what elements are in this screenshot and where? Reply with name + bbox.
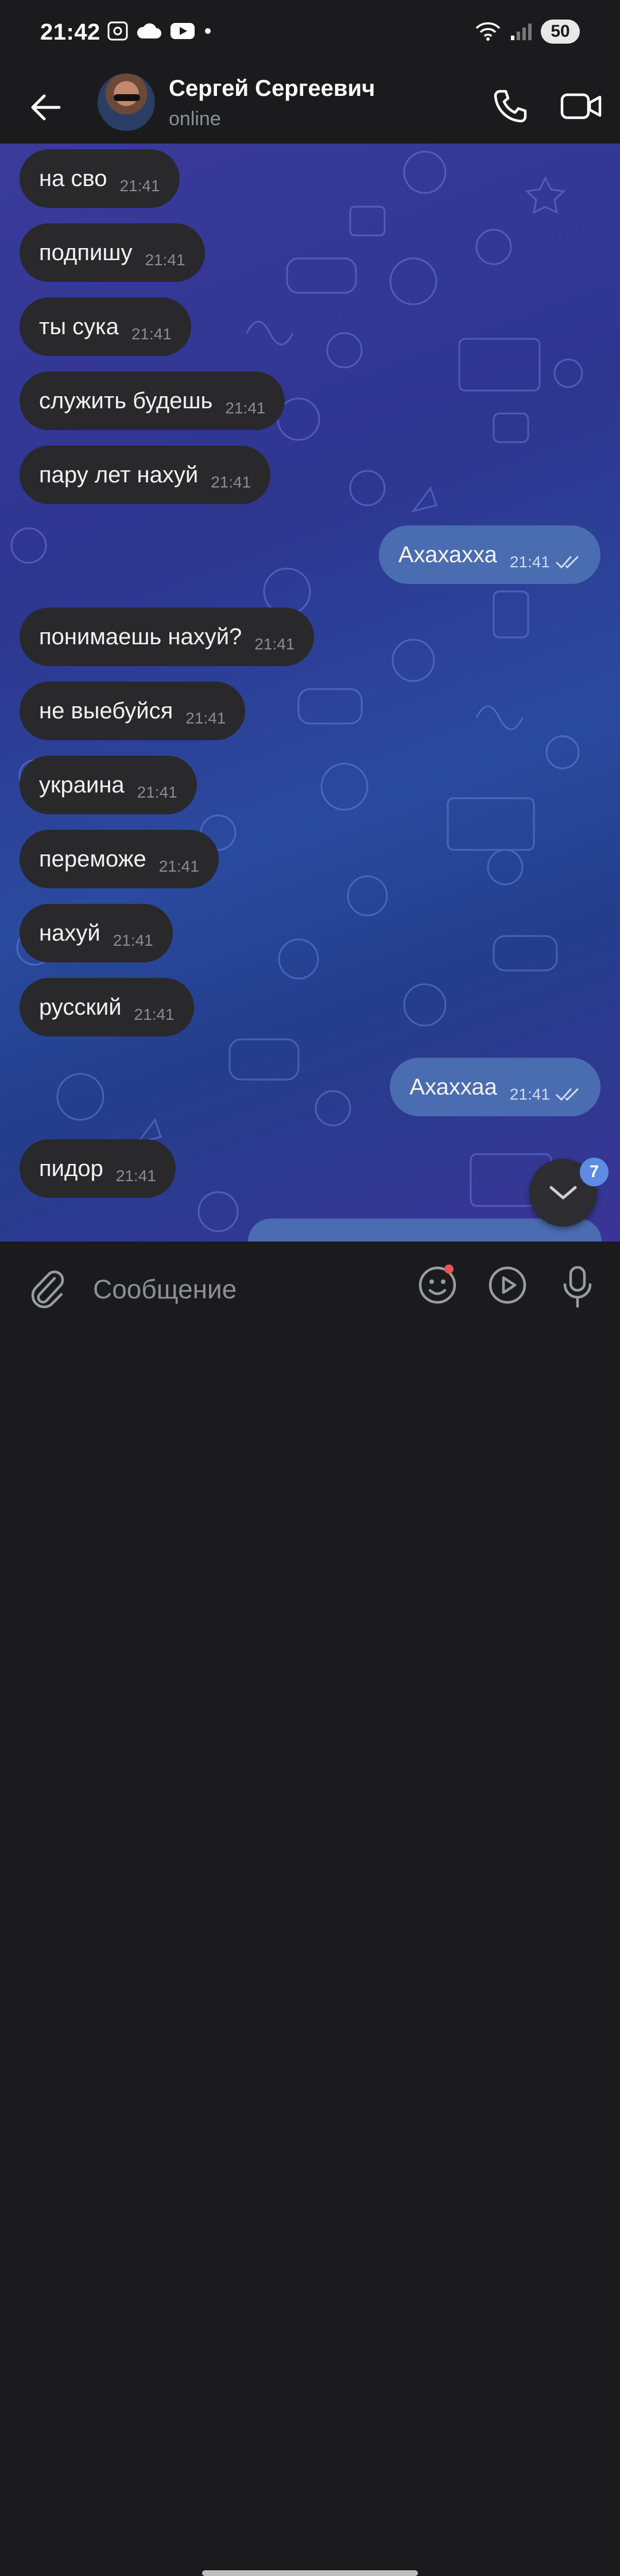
paperclip-icon <box>31 1270 64 1308</box>
chat-header: Сергей Сергеевич online <box>0 68 620 144</box>
video-camera-icon <box>560 93 602 119</box>
play-icon <box>489 1266 526 1304</box>
contact-status: online <box>169 108 221 130</box>
message-bubble-incoming[interactable]: не выебуйся 21:41 <box>20 682 246 740</box>
message-time: 21:41 <box>134 1005 175 1023</box>
message-bubble-incoming[interactable]: переможе 21:41 <box>20 830 219 888</box>
message-composer <box>0 1241 620 2576</box>
message-time: 21:41 <box>131 325 172 343</box>
message-bubble-incoming[interactable]: служить будешь 21:41 <box>20 372 285 430</box>
camera-icon <box>107 21 128 41</box>
status-left-icons <box>107 21 212 41</box>
battery-indicator: 50 <box>541 20 580 44</box>
message-text: Ахахахха <box>398 541 497 567</box>
message-bubble-incoming[interactable]: пидор 21:41 <box>20 1139 176 1198</box>
message-time: 21:41 <box>225 399 266 417</box>
message-bubble-incoming[interactable]: нахуй 21:41 <box>20 904 173 962</box>
message-time: 21:41 <box>185 709 226 727</box>
message-input[interactable] <box>92 1264 393 1314</box>
avatar[interactable] <box>98 74 155 131</box>
unread-badge: 7 <box>580 1158 609 1186</box>
message-time: 21:41 <box>211 473 251 491</box>
emoji-button[interactable] <box>414 1262 460 1308</box>
message-text: украина <box>39 772 125 798</box>
message-bubble-incoming[interactable]: на сво 21:41 <box>20 149 180 208</box>
dot-icon <box>205 28 211 34</box>
video-call-button[interactable] <box>556 82 607 131</box>
cloud-icon <box>137 23 161 38</box>
message-time: 21:41 <box>509 1085 550 1103</box>
message-bubble-incoming[interactable]: подпишу 21:41 <box>20 223 205 282</box>
message-bubble-incoming[interactable]: ты сука 21:41 <box>20 297 191 356</box>
message-text: на сво <box>39 165 107 191</box>
message-text: пару лет нахуй <box>39 462 199 488</box>
home-indicator[interactable] <box>202 2570 418 2576</box>
message-text: подпишу <box>39 239 133 265</box>
call-button[interactable] <box>486 82 535 131</box>
message-bubble-incoming[interactable]: понимаешь нахуй? 21:41 <box>20 608 315 666</box>
message-time: 21:41 <box>509 553 550 571</box>
voice-message-button[interactable] <box>555 1262 600 1312</box>
back-arrow-icon <box>31 94 61 121</box>
phone-icon <box>494 90 527 123</box>
chevron-down-icon <box>549 1186 577 1200</box>
double-check-icon <box>556 556 579 568</box>
message-bubble-incoming[interactable]: пару лет нахуй 21:41 <box>20 446 271 504</box>
message-text: понимаешь нахуй? <box>39 624 242 649</box>
message-text: пидор <box>39 1155 103 1181</box>
status-time: 21:42 <box>40 20 100 45</box>
message-time: 21:41 <box>119 177 160 195</box>
message-text: Ахаххаа <box>409 1074 497 1100</box>
message-bubble-outgoing[interactable]: Ахахахха 21:41 <box>378 525 600 584</box>
status-right-icons: 50 <box>474 20 580 44</box>
microphone-icon <box>563 1266 592 1308</box>
message-bubble-incoming[interactable]: украина 21:41 <box>20 756 197 814</box>
contact-name[interactable]: Сергей Сергеевич <box>169 76 375 102</box>
message-time: 21:41 <box>137 783 177 801</box>
youtube-icon <box>170 23 195 39</box>
message-text: служить будешь <box>39 388 213 413</box>
message-bubble-outgoing[interactable]: Ахаххаа 21:41 <box>390 1058 600 1116</box>
message-time: 21:41 <box>254 635 295 653</box>
attach-button[interactable] <box>23 1263 72 1313</box>
media-button[interactable] <box>485 1262 530 1308</box>
message-bubble-incoming[interactable]: русский 21:41 <box>20 978 194 1036</box>
message-time: 21:41 <box>158 857 199 875</box>
wifi-icon <box>475 22 501 41</box>
message-text: русский <box>39 994 122 1020</box>
double-check-icon <box>556 1088 579 1101</box>
notification-dot <box>444 1264 454 1274</box>
signal-icon <box>511 24 532 40</box>
message-text: не выебуйся <box>39 698 173 724</box>
message-text: переможе <box>39 846 146 872</box>
back-button[interactable] <box>23 85 68 130</box>
message-text: нахуй <box>39 920 100 946</box>
message-time: 21:41 <box>115 1167 156 1185</box>
status-bar: 21:42 50 <box>0 0 620 68</box>
message-text: ты сука <box>39 314 119 339</box>
message-time: 21:41 <box>145 251 185 269</box>
message-time: 21:41 <box>113 931 153 949</box>
